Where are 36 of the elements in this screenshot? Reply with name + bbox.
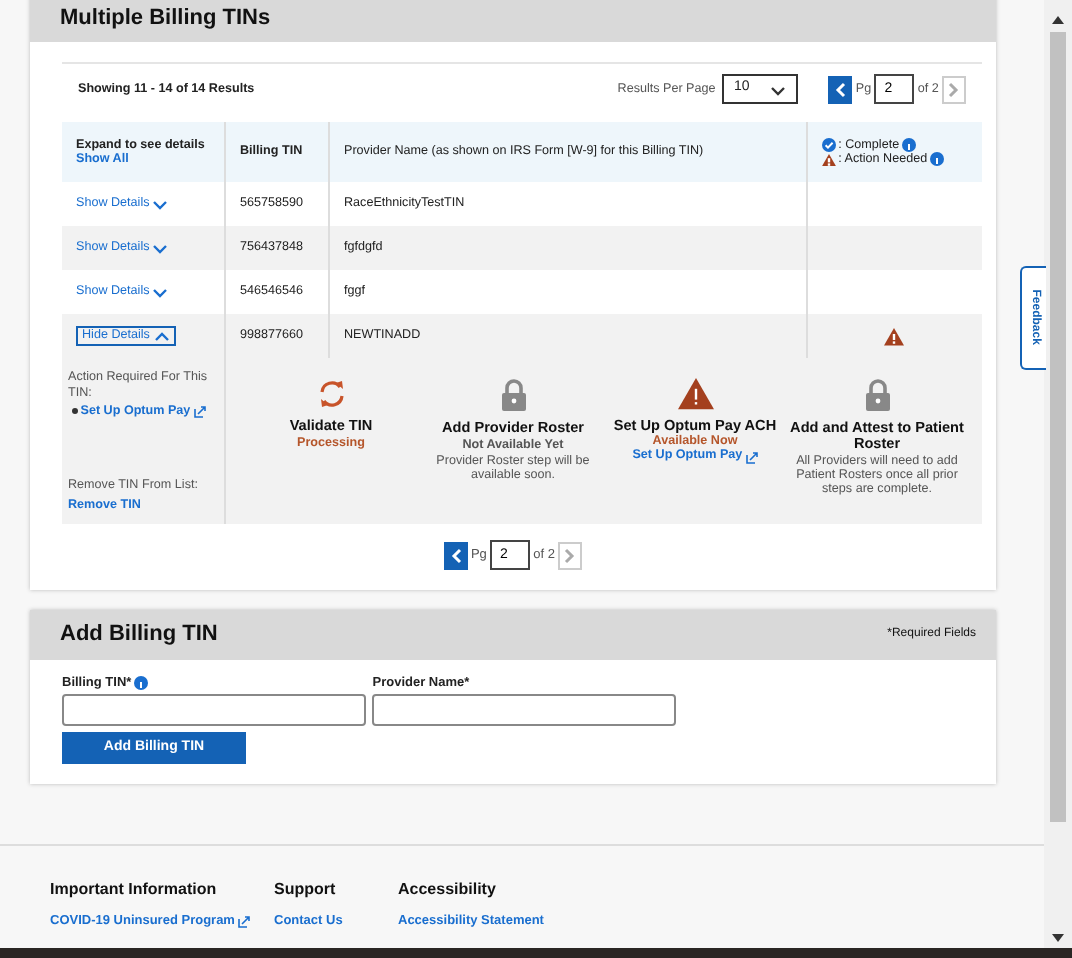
refresh-icon — [315, 378, 347, 411]
chevron-right-icon — [564, 547, 577, 564]
previous-page-button[interactable] — [828, 75, 853, 104]
next-page-button[interactable] — [558, 541, 583, 570]
section-title: Add Billing TIN — [60, 622, 218, 649]
external-link-icon[interactable] — [238, 915, 251, 928]
footer-heading: Important Information — [50, 880, 219, 900]
info-icon — [134, 676, 149, 691]
chevron-down-icon — [152, 242, 169, 255]
footer-heading: Accessibility — [398, 880, 498, 900]
section-title: Multiple Billing TINs — [60, 6, 271, 33]
provider-name-input[interactable] — [372, 693, 677, 726]
scrollbar-thumb[interactable] — [1050, 32, 1066, 822]
chevron-down-icon — [152, 286, 169, 299]
scroll-up-icon[interactable] — [1050, 14, 1066, 26]
lock-icon — [499, 378, 527, 413]
footer-heading: Support — [274, 880, 338, 900]
external-link-icon[interactable] — [745, 451, 758, 464]
caret-icon — [770, 83, 787, 96]
previous-page-button[interactable] — [443, 541, 468, 570]
external-link-icon[interactable] — [193, 405, 206, 418]
info-icon — [902, 137, 917, 152]
chevron-up-icon — [153, 330, 170, 343]
chevron-left-icon — [834, 81, 847, 98]
scroll-down-icon[interactable] — [1050, 932, 1066, 944]
next-page-button[interactable] — [942, 75, 966, 104]
bullet-icon — [71, 408, 78, 415]
chevron-down-icon — [152, 198, 169, 211]
check-circle-icon — [821, 137, 835, 152]
chevron-right-icon — [948, 81, 960, 98]
lock-icon — [863, 378, 891, 413]
warning-icon — [821, 153, 835, 166]
info-icon — [930, 152, 945, 167]
warning-icon — [677, 378, 713, 410]
chevron-left-icon — [449, 547, 462, 564]
billing-tin-input[interactable] — [62, 693, 366, 726]
